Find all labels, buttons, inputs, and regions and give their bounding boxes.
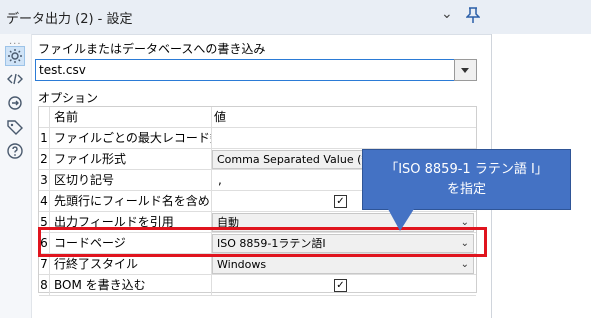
header-name: 名前 [50, 107, 212, 127]
config-sidebar: ... [0, 34, 32, 318]
line-ending-select[interactable]: Windows ⌄ [212, 255, 474, 274]
table-row[interactable]: 6 コードページ ISO 8859-1ラテン語I ⌄ [39, 233, 476, 254]
file-dropdown-button[interactable] [454, 59, 477, 81]
file-path-input[interactable]: test.csv [35, 59, 457, 81]
table-row[interactable]: 1 ファイルごとの最大レコード数 [39, 128, 476, 149]
row-number: 6 [39, 233, 50, 253]
tag-icon[interactable] [6, 118, 24, 136]
write-destination-label: ファイルまたはデータベースへの書き込み [38, 42, 266, 56]
row-name: ファイルごとの最大レコード数 [50, 128, 212, 148]
code-page-value: ISO 8859-1ラテン語I [217, 237, 326, 250]
row-number: 3 [39, 170, 50, 190]
header-num-cell [39, 107, 50, 127]
row-number: 7 [39, 254, 50, 274]
chevron-down-icon[interactable]: ⌄ [441, 6, 453, 22]
help-icon[interactable] [6, 142, 24, 160]
table-row[interactable]: 7 行終了スタイル Windows ⌄ [39, 254, 476, 275]
header-row-checkbox[interactable]: ✓ [334, 195, 347, 208]
callout-line-2: を指定 [446, 182, 486, 197]
grid-header-row: 名前 値 [39, 107, 476, 128]
code-page-select[interactable]: ISO 8859-1ラテン語I ⌄ [212, 234, 474, 253]
connections-icon[interactable] [6, 94, 24, 112]
panel-titlebar: データ出力 (2) - 設定 ⌄ [0, 0, 591, 35]
row-name: 出力フィールドを引用 [50, 212, 212, 232]
options-label: オプション [38, 91, 99, 105]
row-number: 1 [39, 128, 50, 148]
line-ending-value: Windows [217, 258, 267, 271]
chevron-down-icon: ⌄ [460, 259, 469, 270]
quote-fields-value: 自動 [217, 216, 239, 229]
row-name: 先頭行にフィールド名を含め... [50, 191, 212, 211]
row-name: ファイル形式 [50, 149, 212, 169]
row-number: 4 [39, 191, 50, 211]
row-number: 2 [39, 149, 50, 169]
chevron-down-icon: ⌄ [460, 217, 469, 228]
header-value: 値 [214, 110, 227, 124]
row-name: BOM を書き込む [50, 275, 212, 295]
row-number: 8 [39, 275, 50, 295]
code-icon[interactable] [6, 70, 24, 88]
row-number: 5 [39, 212, 50, 232]
chevron-down-icon: ⌄ [460, 238, 469, 249]
annotation-callout: 「ISO 8859-1 ラテン語 I」 を指定 [362, 149, 571, 210]
callout-line-1: 「ISO 8859-1 ラテン語 I」 [385, 162, 548, 177]
pin-icon[interactable] [465, 7, 481, 26]
panel-title: データ出力 (2) - 設定 [6, 12, 133, 27]
callout-pointer [388, 209, 414, 231]
row-name: 行終了スタイル [50, 254, 212, 274]
row-name: コードページ [50, 233, 212, 253]
row-name: 区切り記号 [50, 170, 212, 190]
settings-icon[interactable] [5, 46, 25, 66]
quote-fields-select[interactable]: 自動 ⌄ [212, 213, 474, 232]
bom-checkbox[interactable]: ✓ [334, 279, 347, 292]
max-records-input[interactable] [212, 128, 476, 148]
table-row[interactable]: 8 BOM を書き込む ✓ [39, 275, 476, 296]
